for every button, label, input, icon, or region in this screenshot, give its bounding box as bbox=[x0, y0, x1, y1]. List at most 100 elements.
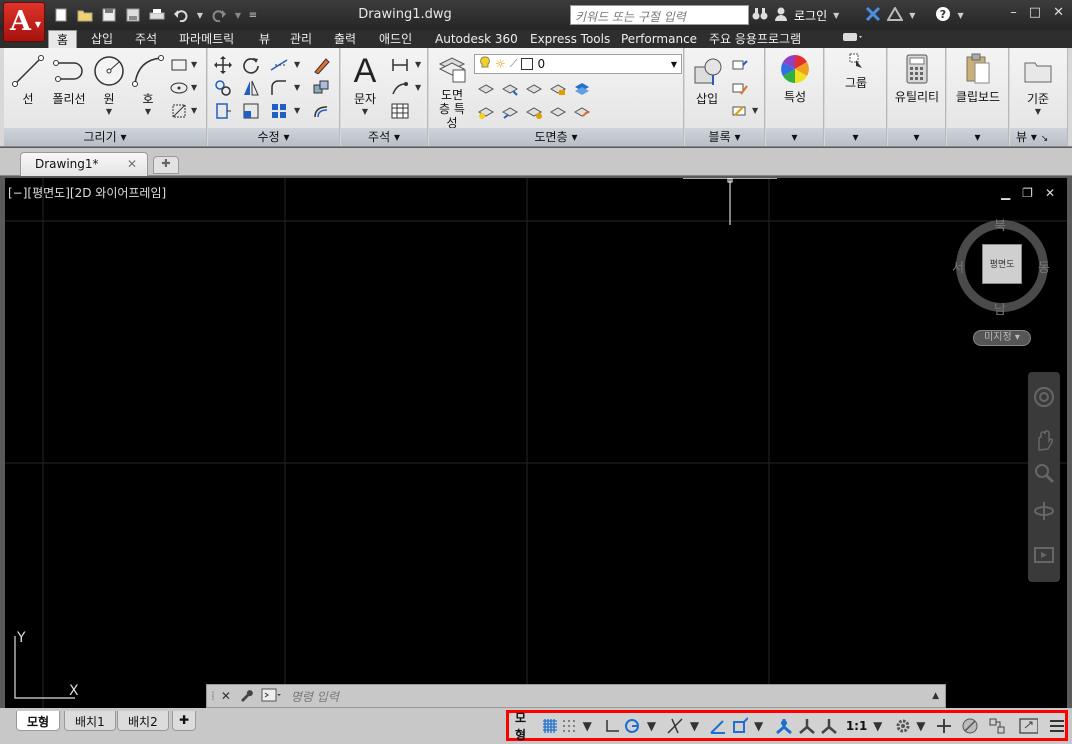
file-tab-drawing1[interactable]: Drawing1* ✕ bbox=[20, 152, 148, 176]
binoculars-icon[interactable] bbox=[752, 7, 768, 24]
clean-screen-icon[interactable] bbox=[1019, 716, 1038, 736]
layer-tool-7-icon[interactable] bbox=[547, 101, 569, 123]
ellipse-icon[interactable] bbox=[168, 77, 190, 99]
command-prompt-icon[interactable] bbox=[261, 688, 281, 705]
viewport-restore-icon[interactable]: ❐ bbox=[1022, 186, 1033, 200]
edit-attributes-dropdown-icon[interactable]: ▼ bbox=[752, 106, 758, 115]
layer-tool-3-icon[interactable] bbox=[523, 78, 545, 100]
snap-icon[interactable] bbox=[561, 716, 576, 736]
add-layout-button[interactable]: ✚ bbox=[172, 711, 197, 731]
layer-match-icon[interactable] bbox=[571, 78, 593, 100]
minimize-icon[interactable]: – bbox=[1010, 5, 1017, 20]
new-tab-button[interactable]: ✚ bbox=[153, 156, 179, 174]
edit-block-icon[interactable] bbox=[729, 77, 751, 99]
drawing-canvas[interactable]: [−][평면도][2D 와이어프레임] ▁ ❐ ✕ 북 남 동 서 평면도 미지… bbox=[5, 178, 1067, 708]
isodraft-dropdown-icon[interactable]: ▼ bbox=[687, 716, 701, 736]
save-icon[interactable] bbox=[100, 6, 118, 24]
tab-express-tools[interactable]: Express Tools bbox=[522, 30, 618, 48]
layout-tab-layout2[interactable]: 배치2 bbox=[117, 711, 169, 731]
layer-tool-2-icon[interactable] bbox=[499, 78, 521, 100]
tab-output[interactable]: 출력 bbox=[326, 30, 364, 48]
layer-on-icon[interactable] bbox=[479, 56, 491, 73]
exchange-icon[interactable] bbox=[865, 6, 881, 24]
layer-tool-1-icon[interactable] bbox=[475, 78, 497, 100]
trim-icon[interactable] bbox=[268, 54, 290, 76]
scale-dropdown-icon[interactable]: ▼ bbox=[871, 716, 885, 736]
customization-menu-icon[interactable] bbox=[1048, 716, 1065, 736]
command-customize-icon[interactable] bbox=[239, 688, 253, 705]
rotate-icon[interactable] bbox=[240, 54, 262, 76]
dimension-icon[interactable] bbox=[389, 54, 411, 76]
array-dropdown-icon[interactable]: ▼ bbox=[294, 106, 300, 115]
help-icon[interactable]: ? bbox=[935, 6, 951, 25]
polar-dropdown-icon[interactable]: ▼ bbox=[644, 716, 658, 736]
close-tab-icon[interactable]: ✕ bbox=[127, 157, 137, 171]
isodraft-icon[interactable] bbox=[666, 716, 683, 736]
text-tool[interactable]: A 문자 ▼ bbox=[345, 52, 385, 117]
undo-dropdown-icon[interactable]: ▼ bbox=[196, 6, 204, 24]
base-view-dropdown-icon[interactable]: ▼ bbox=[1014, 107, 1062, 116]
ellipse-dropdown-icon[interactable]: ▼ bbox=[191, 83, 197, 92]
help-dropdown-icon[interactable]: ▼ bbox=[957, 11, 963, 20]
auto-scale-icon[interactable] bbox=[797, 716, 816, 736]
object-snap-dropdown-icon[interactable]: ▼ bbox=[752, 716, 766, 736]
scale-icon[interactable] bbox=[240, 100, 262, 122]
application-menu-button[interactable]: A ▼ bbox=[3, 2, 45, 42]
move-icon[interactable] bbox=[212, 54, 234, 76]
polyline-tool[interactable]: 폴리선 bbox=[48, 54, 90, 107]
tab-featured-apps[interactable]: 주요 응용프로그램 bbox=[701, 30, 809, 48]
tab-home[interactable]: 홈 bbox=[48, 30, 78, 48]
layer-properties-tool[interactable]: 도면층 특성 bbox=[431, 52, 473, 130]
panel-clipboard-expand[interactable]: ▾ bbox=[947, 128, 1008, 146]
login-dropdown-icon[interactable]: ▼ bbox=[833, 11, 839, 20]
viewport-minimize-icon[interactable]: ▁ bbox=[1001, 186, 1010, 200]
layer-dropdown[interactable]: ☼ ⟋ 0 ▼ bbox=[474, 54, 682, 74]
layer-tool-8-icon[interactable] bbox=[571, 101, 593, 123]
panel-view-title[interactable]: 뷰 ▾ ↘ bbox=[1010, 128, 1067, 146]
user-icon[interactable] bbox=[774, 7, 788, 24]
grid-icon[interactable] bbox=[542, 716, 557, 736]
circle-dropdown-icon[interactable]: ▼ bbox=[90, 107, 128, 116]
steering-wheel-icon[interactable] bbox=[1031, 384, 1057, 410]
layer-tool-5-icon[interactable] bbox=[499, 101, 521, 123]
compass-west[interactable]: 서 bbox=[952, 257, 964, 276]
annotation-monitor-icon[interactable] bbox=[936, 716, 951, 736]
panel-modify-title[interactable]: 수정 ▾ bbox=[208, 128, 339, 146]
redo-dropdown-icon[interactable]: ▼ bbox=[234, 6, 242, 24]
search-input[interactable]: 키워드 또는 구절 입력 bbox=[570, 5, 749, 25]
layout-tab-layout1[interactable]: 배치1 bbox=[64, 711, 116, 731]
erase-icon[interactable] bbox=[310, 54, 332, 76]
layer-tool-4-icon[interactable] bbox=[475, 101, 497, 123]
fillet-icon[interactable] bbox=[268, 77, 290, 99]
save-as-icon[interactable] bbox=[124, 6, 142, 24]
tab-performance[interactable]: Performance bbox=[613, 30, 705, 48]
tab-annotate[interactable]: 주석 bbox=[127, 30, 165, 48]
leader-dropdown-icon[interactable]: ▼ bbox=[415, 83, 421, 92]
fillet-dropdown-icon[interactable]: ▼ bbox=[294, 83, 300, 92]
clipboard-tool[interactable]: 클립보드 bbox=[949, 52, 1007, 105]
compass-east[interactable]: 동 bbox=[1038, 257, 1050, 276]
edit-attributes-icon[interactable] bbox=[729, 100, 751, 122]
text-dropdown-icon[interactable]: ▼ bbox=[345, 107, 385, 116]
panel-draw-title[interactable]: 그리기 ▾ bbox=[4, 128, 206, 146]
stretch-icon[interactable] bbox=[212, 100, 234, 122]
command-line-grip-icon[interactable]: ⁞ bbox=[211, 689, 215, 703]
new-icon[interactable] bbox=[52, 6, 70, 24]
tab-view[interactable]: 뷰 bbox=[251, 30, 278, 48]
workspace-gear-icon[interactable] bbox=[895, 716, 910, 736]
plot-icon[interactable] bbox=[148, 6, 166, 24]
create-block-icon[interactable] bbox=[729, 54, 751, 76]
layer-color-swatch[interactable] bbox=[521, 58, 534, 70]
panel-block-title[interactable]: 블록 ▾ bbox=[685, 128, 764, 146]
circle-tool[interactable]: 원 ▼ bbox=[90, 54, 128, 116]
viewport-controls-label[interactable]: [−][평면도][2D 와이어프레임] bbox=[8, 184, 166, 201]
tab-autodesk-360[interactable]: Autodesk 360 bbox=[427, 30, 526, 48]
rectangle-dropdown-icon[interactable]: ▼ bbox=[191, 60, 197, 69]
ortho-icon[interactable] bbox=[604, 716, 620, 736]
viewcube-face[interactable]: 평면도 bbox=[982, 244, 1022, 284]
hardware-acceleration-icon[interactable] bbox=[988, 716, 1007, 736]
a360-dropdown-icon[interactable]: ▼ bbox=[909, 11, 915, 20]
panel-groups-expand[interactable]: ▾ bbox=[825, 128, 886, 146]
isolate-objects-icon[interactable] bbox=[961, 716, 978, 736]
layer-thaw-icon[interactable]: ☼ bbox=[495, 57, 506, 71]
